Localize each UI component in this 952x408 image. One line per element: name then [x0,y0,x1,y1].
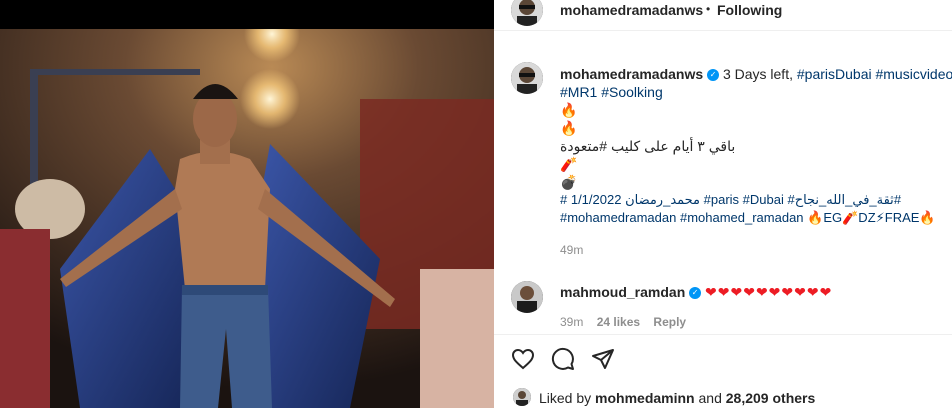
caption-time: 49m [560,243,584,257]
follow-separator: • [706,2,711,16]
comment-time: 39m [560,315,584,329]
author-avatar[interactable] [511,0,543,26]
caption-emoji-firecracker: 🧨 [560,156,578,172]
caption-avatar[interactable] [511,62,543,94]
likes-user[interactable]: mohmedaminn [595,390,695,406]
comment-block: mahmoud_ramdan ✓ ❤❤❤❤❤❤❤❤❤❤ 39m 24 likes… [560,283,948,331]
post-media[interactable] [0,0,494,408]
likes-summary: Liked by mohmedaminn and 28,209 others [539,390,815,406]
caption-emoji-bomb: 💣 [560,174,578,190]
caption-line-1: mohamedramadanws ✓ 3 Days left, #parisDu… [560,65,952,83]
caption-emoji-fire-2: 🔥 [560,120,578,136]
likes-middle: and [698,390,722,406]
verified-icon: ✓ [689,287,702,300]
caption-hashtags-2[interactable]: #MR1 #Soolking [560,83,948,101]
post-sidebar: mohamedramadanws • Following mohamedrama… [494,0,952,408]
commenter-avatar[interactable] [511,281,543,313]
heart-icon[interactable] [511,347,535,371]
comment-likes[interactable]: 24 likes [597,315,640,329]
liker-avatar[interactable] [513,388,531,406]
verified-icon: ✓ [707,69,720,82]
caption-block: mohamedramadanws ✓ 3 Days left, #parisDu… [560,65,952,259]
action-divider [494,334,952,335]
caption-hashtags-1[interactable]: #parisDubai #musicvideo [797,66,952,82]
comment-text: ❤❤❤❤❤❤❤❤❤❤ [705,284,833,300]
author-username[interactable]: mohamedramadanws [560,2,703,18]
reply-button[interactable]: Reply [653,315,686,329]
following-button[interactable]: Following [717,2,782,18]
comment-meta: 39m 24 likes Reply [560,313,948,331]
post-header: mohamedramadanws • Following [494,0,952,31]
likes-others[interactable]: 28,209 others [726,390,816,406]
comment-line: mahmoud_ramdan ✓ ❤❤❤❤❤❤❤❤❤❤ [560,283,948,301]
likes-prefix: Liked by [539,390,592,406]
caption-hashtags-4[interactable]: #mohamedramadan #mohamed_ramadan 🔥EG🧨DZ⚡… [560,209,948,227]
caption-username[interactable]: mohamedramadanws [560,66,703,82]
caption-arabic-line: باقي ٣ أيام على كليب #متعودة [560,138,736,154]
caption-text: 3 Days left, [722,66,797,82]
caption-hashtags-3[interactable]: # 1/1/2022 محمد_رمضان #paris #Dubai #ثقة… [560,191,948,209]
caption-emoji-fire-1: 🔥 [560,102,578,118]
post-photo [0,29,494,408]
commenter-username[interactable]: mahmoud_ramdan [560,284,685,300]
share-icon[interactable] [591,347,615,371]
comment-icon[interactable] [551,347,575,371]
